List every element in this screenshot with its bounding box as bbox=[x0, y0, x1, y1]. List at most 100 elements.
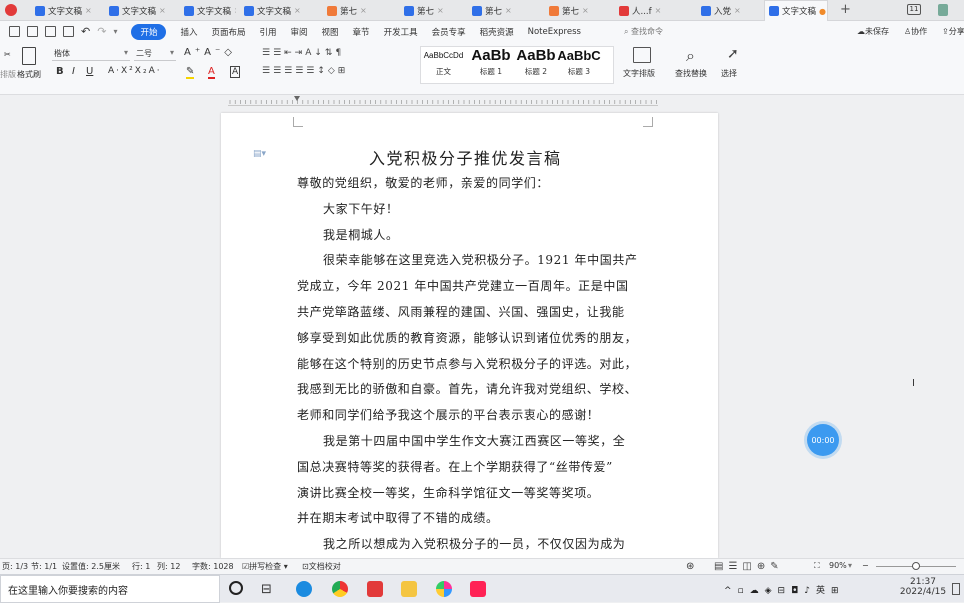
document-tab[interactable]: 文字文稿× bbox=[240, 1, 312, 20]
paragraph-line[interactable]: 能够在这个特别的历史节点参与入党积极分子的评选。对此， bbox=[297, 355, 637, 372]
select-cursor-icon[interactable]: ➚ bbox=[727, 46, 739, 62]
format-painter-button[interactable]: 格式刷 bbox=[17, 69, 41, 80]
strike-super-sub-icons[interactable]: A·X²X₂A· bbox=[108, 66, 162, 76]
underline-button[interactable]: U bbox=[86, 66, 93, 77]
paragraph-line[interactable]: 党成立，今年 2021 年中国共产党建立一百周年。正是中国 bbox=[297, 277, 629, 294]
close-icon[interactable]: × bbox=[360, 6, 367, 15]
chevron-down-icon[interactable]: ▾ bbox=[113, 27, 117, 36]
font-name-select[interactable]: 楷体 ▾ bbox=[52, 48, 130, 61]
paragraph-line[interactable]: 尊敬的党组织，敬爱的老师，亲爱的同学们： bbox=[297, 174, 549, 191]
close-icon[interactable]: × bbox=[294, 6, 301, 15]
paragraph-line[interactable]: 共产党筚路蓝缕、风雨兼程的建国、兴国、强国史，让我能 bbox=[297, 303, 625, 320]
system-tray-icons[interactable]: ^▫☁◈⊟◘♪英⊞ bbox=[724, 583, 845, 596]
clock[interactable]: 21:37 2022/4/15 bbox=[898, 577, 948, 597]
recording-timer-button[interactable]: 00:00 bbox=[807, 424, 839, 456]
page-indicator[interactable]: 页: 1/3 bbox=[2, 561, 28, 572]
close-icon[interactable]: × bbox=[234, 6, 236, 15]
menu-tab[interactable]: 插入 bbox=[180, 26, 197, 38]
menu-tab[interactable]: 视图 bbox=[322, 26, 339, 38]
paragraph-line[interactable]: 老师和同学们给予我这个展示的平台表示衷心的感谢！ bbox=[297, 406, 599, 423]
fit-page-icon[interactable]: ⛶ bbox=[814, 561, 820, 571]
unsaved-button[interactable]: ☁未保存 bbox=[857, 26, 889, 37]
paragraph-line[interactable]: 我之所以想成为入党积极分子的一员，不仅仅因为成为 bbox=[323, 535, 625, 552]
italic-button[interactable]: I bbox=[72, 66, 75, 77]
document-tab[interactable]: 文字文稿 ● bbox=[764, 0, 828, 21]
chevron-down-icon[interactable]: ▾ bbox=[848, 561, 852, 570]
paste-icon[interactable] bbox=[22, 47, 36, 65]
export-icon[interactable] bbox=[27, 26, 38, 37]
style-option[interactable]: AaBbCcDd 正文 bbox=[421, 47, 466, 79]
close-icon[interactable]: × bbox=[505, 6, 512, 15]
close-icon[interactable]: × bbox=[85, 6, 92, 15]
doc-navigation-icon[interactable]: ▤▾ bbox=[253, 149, 266, 159]
list-indent-icons[interactable]: ☰☰⇤⇥A↓⇅¶ bbox=[262, 48, 344, 58]
menu-tab[interactable]: 会员专享 bbox=[432, 26, 466, 38]
save-icon[interactable] bbox=[9, 26, 20, 37]
horizontal-ruler[interactable] bbox=[228, 96, 658, 106]
edge-icon[interactable] bbox=[296, 581, 312, 597]
document-tab[interactable]: 入党 × bbox=[697, 1, 755, 20]
document-tab[interactable]: 人...f × bbox=[615, 1, 687, 20]
document-tab[interactable]: 文字文稿× bbox=[180, 1, 236, 20]
font-grow-shrink-icons[interactable]: A⁺A⁻◇ bbox=[184, 47, 236, 58]
proofread-button[interactable]: ⊡文档校对 bbox=[302, 561, 341, 572]
document-tab[interactable]: 文字文稿× bbox=[105, 1, 173, 20]
select-button[interactable]: 选择 bbox=[721, 68, 737, 79]
word-count[interactable]: 字数: 1028 bbox=[192, 561, 234, 572]
close-icon[interactable]: × bbox=[582, 6, 589, 15]
redo-icon[interactable]: ↷ bbox=[97, 25, 106, 38]
style-option[interactable]: AaBb 标题 2 bbox=[516, 47, 556, 79]
view-mode-icons[interactable]: ▤☰◫⊕✎ bbox=[714, 561, 784, 572]
menu-tab[interactable]: 稻壳资源 bbox=[480, 26, 514, 38]
document-tab[interactable]: 第七 × bbox=[323, 1, 389, 20]
font-size-select[interactable]: 二号 ▾ bbox=[134, 48, 176, 61]
close-icon[interactable]: × bbox=[655, 6, 662, 15]
paragraph-line[interactable]: 我感到无比的骄傲和自豪。首先，请允许我对党组织、学校、 bbox=[297, 380, 637, 397]
indent-marker-icon[interactable] bbox=[294, 96, 300, 101]
menu-tab[interactable]: 页面布局 bbox=[211, 26, 245, 38]
undo-icon[interactable]: ↶ bbox=[81, 25, 90, 38]
eye-protect-icon[interactable]: ⊛ bbox=[686, 561, 694, 572]
wps-icon[interactable] bbox=[367, 581, 383, 597]
paragraph-line[interactable]: 并在期末考试中取得了不错的成绩。 bbox=[297, 509, 499, 526]
menu-tab[interactable]: 审阅 bbox=[291, 26, 308, 38]
font-color-icon[interactable]: A bbox=[208, 66, 215, 79]
close-icon[interactable]: × bbox=[159, 6, 166, 15]
wps-logo-icon[interactable] bbox=[5, 4, 17, 16]
cortana-icon[interactable] bbox=[229, 581, 243, 595]
cut-icon[interactable]: ✂ bbox=[4, 50, 11, 59]
document-title[interactable]: 入党积极分子推优发言稿 bbox=[369, 145, 562, 169]
app-icon[interactable] bbox=[470, 581, 486, 597]
window-count-badge[interactable]: 11 bbox=[907, 4, 921, 15]
collab-button[interactable]: ♙协作 bbox=[904, 26, 927, 37]
file-explorer-icon[interactable] bbox=[401, 581, 417, 597]
find-replace-button[interactable]: 查找替换 bbox=[675, 68, 707, 79]
style-option[interactable]: AaBb 标题 1 bbox=[468, 47, 514, 79]
menu-tab[interactable]: 引用 bbox=[260, 26, 277, 38]
paragraph-line[interactable]: 大家下午好！ bbox=[323, 200, 399, 217]
text-layout-icon[interactable] bbox=[633, 47, 651, 63]
zoom-out-button[interactable]: − bbox=[862, 561, 869, 570]
menu-tab[interactable]: NoteExpress bbox=[528, 27, 581, 37]
paragraph-line[interactable]: 国总决赛特等奖的获得者。在上个学期获得了“丝带传爱” bbox=[297, 458, 613, 475]
command-search[interactable]: ⌕ 查找命令 bbox=[624, 26, 663, 37]
paragraph-line[interactable]: 演讲比赛全校一等奖，生命科学馆征文一等奖等奖项。 bbox=[297, 484, 599, 501]
taskbar-search-input[interactable]: 在这里输入你要搜索的内容 bbox=[0, 575, 220, 603]
char-border-icon[interactable]: A bbox=[230, 66, 241, 78]
menu-tab[interactable]: 开始 bbox=[131, 23, 167, 40]
spell-check-button[interactable]: ☑拼写检查 ▾ bbox=[242, 561, 288, 572]
unsaved-dot-icon[interactable]: ● bbox=[819, 7, 826, 16]
print-preview-icon[interactable] bbox=[63, 26, 74, 37]
style-option[interactable]: AaBbC 标题 3 bbox=[557, 47, 601, 79]
avatar[interactable] bbox=[938, 4, 948, 16]
paragraph-line[interactable]: 很荣幸能够在这里竞选入党积极分子。1921 年中国共产 bbox=[323, 251, 638, 268]
text-layout-button[interactable]: 文字排版 bbox=[623, 68, 655, 79]
bold-button[interactable]: B bbox=[56, 66, 64, 77]
alignment-icons[interactable]: ☰☰☰☰☰↕◇⊞ bbox=[262, 66, 348, 76]
notification-icon[interactable] bbox=[952, 583, 960, 595]
print-icon[interactable] bbox=[45, 26, 56, 37]
close-icon[interactable]: × bbox=[734, 6, 741, 15]
paragraph-line[interactable]: 够享受到如此优质的教育资源，能够认识到诸位优秀的朋友， bbox=[297, 329, 637, 346]
copy-icon[interactable]: 排版 bbox=[0, 69, 16, 80]
find-replace-icon[interactable]: ⌕ bbox=[686, 46, 695, 66]
